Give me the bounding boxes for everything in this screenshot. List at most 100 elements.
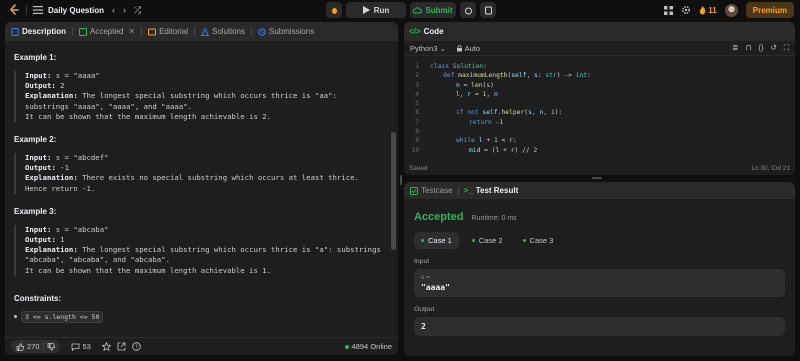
tab-test-result-label: Test Result: [475, 186, 519, 195]
page-title[interactable]: Daily Question: [48, 6, 104, 15]
example-2-block: Input: s = "abcdef" Output: -1 Explanati…: [14, 153, 389, 194]
comment-icon: [71, 343, 79, 351]
divider: [26, 5, 27, 15]
example-2-title: Example 2:: [14, 135, 57, 145]
tab-submissions[interactable]: Submissions: [258, 27, 314, 36]
input-section-label: Input: [414, 258, 430, 265]
scrollbar-thumb[interactable]: [391, 132, 396, 250]
code-line: 9 while l + 1 < r:: [404, 136, 795, 145]
prev-problem-icon[interactable]: ‹: [112, 5, 115, 15]
input-box: s = "aaaa": [414, 269, 785, 297]
fire-icon: [700, 5, 706, 14]
code-line: 10 mid = (l + r) // 2: [404, 146, 795, 155]
tab-test-result[interactable]: >_ Test Result: [464, 186, 519, 195]
problem-list-icon[interactable]: [33, 5, 43, 15]
test-tabs: Testcase >_ Test Result: [404, 182, 795, 199]
tab-testcase[interactable]: Testcase: [410, 186, 453, 195]
line-number: 5: [415, 100, 419, 108]
case-label: Case 3: [529, 236, 554, 245]
code-editor[interactable]: 1 class Solution: 2 def maximumLength(self…: [404, 56, 795, 156]
tab-accepted-label: Accepted: [90, 27, 124, 36]
explanation-label: Explanation:: [25, 91, 78, 101]
share-icon[interactable]: [117, 342, 126, 351]
line-number: 1: [415, 63, 419, 70]
editor-actions: ≣ ⊓ {} ↺ ⛶: [732, 43, 789, 53]
user-avatar[interactable]: [724, 3, 738, 17]
example-3-block: Input: s = "abcaba" Output: 1 Explanatio…: [14, 224, 389, 276]
braces-icon[interactable]: {}: [758, 43, 763, 53]
leetcode-logo-icon[interactable]: [8, 4, 20, 16]
scrollbar[interactable]: [391, 44, 396, 324]
like-count: 270: [27, 342, 40, 351]
bullet: [14, 315, 17, 319]
streak-counter[interactable]: 11: [699, 5, 717, 15]
bug-icon: [331, 7, 337, 14]
input-label: Input:: [25, 224, 52, 234]
comment-count: 53: [82, 342, 91, 351]
language-label: Python3: [410, 43, 438, 53]
language-select[interactable]: Python3 ⌄: [410, 44, 446, 53]
next-problem-icon[interactable]: ›: [123, 5, 126, 15]
code-line: 7 return -1: [404, 118, 795, 127]
comments-button[interactable]: 53: [66, 340, 96, 353]
horizontal-resize-handle[interactable]: [592, 177, 602, 179]
vertical-resize-handle[interactable]: [400, 175, 402, 185]
save-status: Saved: [409, 164, 428, 172]
explanation-label: Explanation:: [25, 245, 78, 255]
divider: [141, 27, 143, 36]
close-tab-icon[interactable]: ✕: [128, 27, 135, 36]
output-value: 1: [60, 235, 65, 245]
svg-text:?: ?: [135, 344, 138, 350]
case-tab-2[interactable]: Case 2: [465, 232, 510, 249]
case-tab-1[interactable]: Case 1: [414, 232, 459, 249]
divider: [72, 27, 74, 36]
thumbs-down-icon[interactable]: [47, 342, 55, 351]
premium-button[interactable]: Premium: [745, 2, 794, 18]
explanation-text: It can be shown that the maximum length …: [25, 111, 272, 121]
input-value: "aaaa": [421, 283, 450, 292]
notes-button[interactable]: [480, 2, 496, 18]
tab-accepted[interactable]: Accepted ✕: [79, 27, 135, 36]
tab-description[interactable]: Description: [11, 27, 66, 36]
run-button[interactable]: Run: [346, 2, 406, 18]
code-line: 2 def maximumLength(self, s: str) -> int:: [404, 71, 795, 80]
autocomplete-toggle[interactable]: Auto: [456, 44, 480, 53]
settings-gear-icon[interactable]: [681, 5, 691, 15]
fullscreen-icon[interactable]: ⛶: [784, 43, 789, 53]
like-button[interactable]: 270: [11, 340, 60, 353]
shuffle-icon[interactable]: ⤮: [134, 5, 141, 16]
help-icon[interactable]: ?: [132, 342, 141, 351]
line-number: 4: [415, 90, 419, 98]
checkbox-icon: [79, 27, 88, 36]
history-icon: [258, 27, 266, 36]
grid-icon[interactable]: [664, 5, 674, 15]
reset-icon[interactable]: ↺: [770, 43, 776, 53]
bookmark-icon[interactable]: ⊓: [746, 43, 752, 53]
terminal-icon: >_: [463, 186, 473, 195]
tab-editorial[interactable]: Editorial: [148, 27, 188, 36]
debug-button[interactable]: [326, 2, 342, 18]
explanation-text: The longest special substring which occu…: [82, 245, 381, 255]
code-line: 8: [404, 127, 795, 136]
cursor-position: Ln 30, Col 21: [751, 164, 790, 172]
star-icon[interactable]: [101, 342, 111, 351]
tab-solutions[interactable]: Solutions: [200, 27, 245, 36]
document-icon: [11, 27, 19, 36]
line-number: 10: [411, 146, 419, 154]
divider: [457, 186, 459, 195]
example-1-title: Example 1:: [14, 53, 57, 62]
run-controls: Run Submit: [326, 2, 496, 18]
code-brackets-icon: </>: [409, 27, 421, 36]
output-label: Output:: [25, 235, 56, 245]
code-line: 1 class Solution:: [404, 62, 795, 71]
code-toolbar: Python3 ⌄ Auto ≣ ⊓ {} ↺ ⛶: [404, 41, 795, 56]
online-dot: [344, 344, 349, 349]
format-icon[interactable]: ≣: [732, 43, 738, 53]
description-footer: 270 53 ? 4894 Online: [5, 337, 398, 355]
divider: [193, 27, 195, 36]
submit-button[interactable]: Submit: [410, 2, 456, 18]
output-label: Output:: [25, 163, 56, 173]
constraint-item: 3 <= s.length <= 50: [14, 310, 389, 323]
timer-button[interactable]: [460, 2, 476, 18]
case-tab-3[interactable]: Case 3: [516, 232, 561, 249]
